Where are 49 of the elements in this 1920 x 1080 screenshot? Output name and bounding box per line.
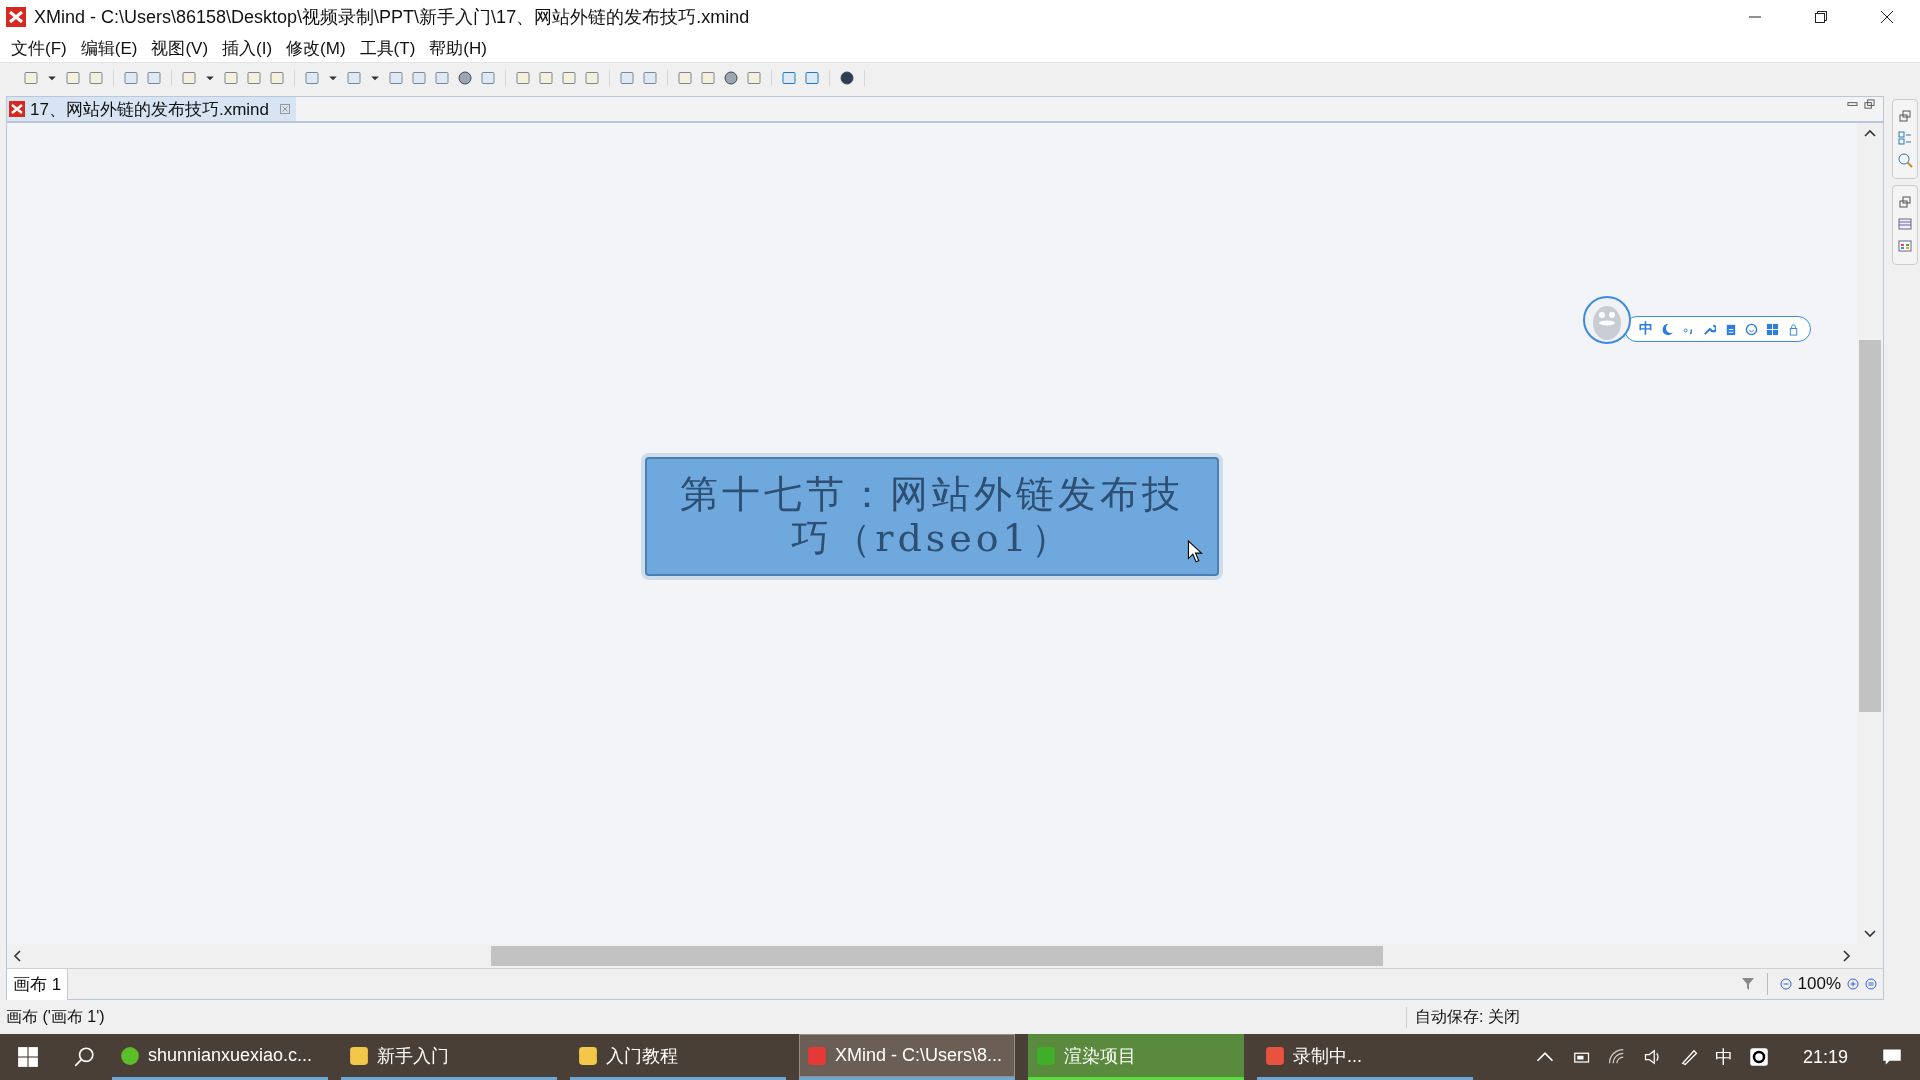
palette-icon[interactable] [1897,238,1913,254]
taskbar-item[interactable]: 入门教程 [570,1034,786,1080]
notification-icon[interactable] [1882,1047,1902,1067]
status-text: 画布 ('画布 1') [6,1006,105,1027]
menu-item[interactable]: 工具(T) [352,34,423,62]
app-icon [120,1045,140,1066]
menu-item[interactable]: 文件(F) [4,34,74,62]
menu-item[interactable]: 编辑(E) [73,34,145,62]
scrollbar-thumb[interactable] [1859,340,1881,712]
close-icon[interactable] [280,104,290,114]
taskbar-item[interactable]: shunnianxuexiao.c... [112,1034,328,1080]
zoom-in-icon[interactable] [1847,978,1859,990]
sheet-tab[interactable]: 画布 1 [7,969,69,1000]
zoom-out-icon[interactable] [1779,978,1792,990]
editor-tab-label: 17、网站外链的发布技巧.xmind [30,98,269,121]
app-icon [1036,1045,1056,1066]
autosave-status: 自动保存: 关闭 [1406,1006,1520,1028]
taskbar-item[interactable]: 新手入门 [341,1034,557,1080]
xmind-file-icon [9,101,25,117]
moon-icon[interactable] [1661,322,1674,336]
scrollbar-thumb[interactable] [491,946,1383,966]
input-method-indicator[interactable]: 中 [1714,1045,1733,1069]
app-icon [578,1045,598,1066]
editor-tab[interactable]: 17、网站外链的发布技巧.xmind [7,97,296,121]
smiley-icon[interactable] [1745,322,1758,336]
mouse-pointer-icon [1187,540,1203,564]
xmind-logo-icon [6,7,26,27]
horizontal-scrollbar[interactable] [7,944,1883,968]
menu-item[interactable]: 插入(I) [215,34,280,62]
zoom-fit-icon[interactable] [1865,978,1877,990]
menu-item[interactable]: 帮助(H) [422,34,494,62]
window-title: XMind - C:\Users\86158\Desktop\视频录制\PPT\新手入门\17、网站外链的发布技巧.xmind [34,6,751,29]
app-icon [807,1045,827,1066]
outline-icon[interactable] [1897,130,1913,146]
taskbar-item[interactable]: 渲染项目 [1028,1034,1244,1080]
app-icon [349,1045,369,1066]
lock-icon[interactable] [1787,322,1800,336]
clock[interactable]: 21:19 [1784,1046,1866,1068]
menu-item[interactable]: 视图(V) [144,34,216,62]
menu-item[interactable]: 修改(M) [279,34,353,62]
zoom-level: 100% [1797,974,1841,994]
app-icon [1265,1045,1285,1066]
clipboard-icon[interactable] [1724,322,1737,336]
filter-icon[interactable] [1740,977,1755,991]
taskbar-item[interactable]: 录制中... [1257,1034,1473,1080]
q-app-icon[interactable] [1748,1047,1769,1067]
ime-mode[interactable]: 中 [1639,320,1653,338]
vertical-scrollbar[interactable] [1857,123,1883,944]
taskbar-item[interactable]: XMind - C:\Users\8... [799,1034,1015,1080]
